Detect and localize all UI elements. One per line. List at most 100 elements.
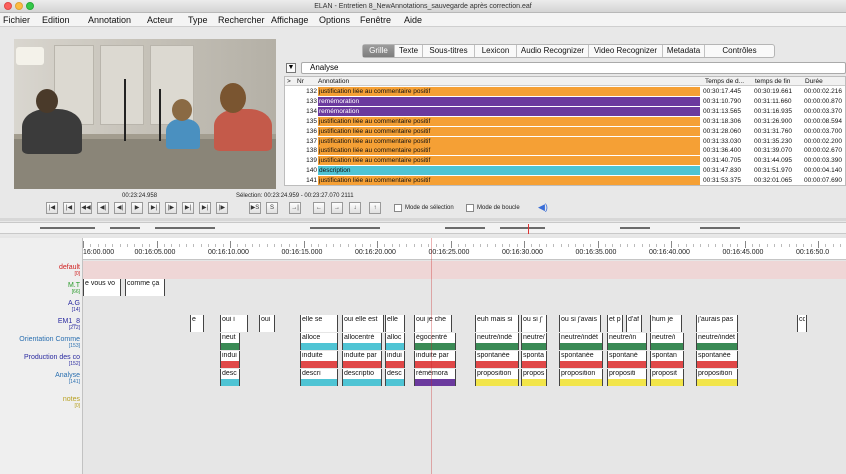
player-button[interactable]: ← xyxy=(313,202,325,214)
annotation-orientation[interactable]: neutre/indét xyxy=(696,333,738,350)
player-button[interactable]: ▶S xyxy=(249,202,261,214)
annotation-em[interactable]: hum je xyxy=(650,315,682,332)
row-annotation[interactable]: justification liée au commentaire positi… xyxy=(318,116,700,126)
player-button[interactable]: ↑ xyxy=(369,202,381,214)
annotation-analyse[interactable]: proposition xyxy=(559,369,603,386)
player-button[interactable]: |▶ xyxy=(165,202,177,214)
player-button[interactable]: |◀ xyxy=(63,202,75,214)
menu-annotation[interactable]: Annotation xyxy=(88,13,131,27)
grid-header-annotation[interactable]: Annotation xyxy=(318,77,349,86)
annotation-production[interactable]: induite par xyxy=(414,351,456,368)
grid-header-begin[interactable]: Temps de d... xyxy=(705,77,744,86)
player-button[interactable]: → xyxy=(331,202,343,214)
tab-lexicon[interactable]: Lexicon xyxy=(475,45,517,57)
annotation-em[interactable]: et p xyxy=(607,315,623,332)
table-row[interactable]: 141 justification liée au commentaire pos… xyxy=(285,176,845,186)
annotation-analyse[interactable]: proposit xyxy=(650,369,684,386)
player-button[interactable]: ◀| xyxy=(97,202,109,214)
tier-label[interactable]: Orientation Comme [153] xyxy=(19,336,80,349)
row-annotation[interactable]: justification liée au commentaire positi… xyxy=(318,156,700,166)
annotation-em[interactable]: e xyxy=(190,315,204,332)
annotation-mt[interactable]: comme ça xyxy=(125,279,165,296)
grid-header-end[interactable]: temps de fin xyxy=(755,77,790,86)
annotation-production[interactable]: spontan xyxy=(650,351,684,368)
video-viewer[interactable] xyxy=(14,39,276,189)
tab-texte[interactable]: Texte xyxy=(395,45,423,57)
annotation-analyse[interactable]: descriptio xyxy=(342,369,382,386)
annotation-analyse[interactable]: proposition xyxy=(696,369,738,386)
annotation-analyse[interactable]: propositi xyxy=(607,369,647,386)
annotation-em[interactable]: elle se xyxy=(300,315,338,332)
annotation-analyse[interactable]: desc xyxy=(220,369,240,386)
annotation-analyse[interactable]: rémémora xyxy=(414,369,456,386)
tier-label[interactable]: notes [0] xyxy=(63,396,80,409)
player-button[interactable]: ▶| xyxy=(182,202,194,214)
annotation-em[interactable]: elle xyxy=(385,315,405,332)
menu-fichier[interactable]: Fichier xyxy=(3,13,30,27)
row-annotation[interactable]: justification liée au commentaire positi… xyxy=(318,126,700,136)
annotation-em[interactable]: co xyxy=(797,315,807,332)
annotation-orientation[interactable]: égocentré xyxy=(414,333,456,350)
annotation-em[interactable]: ou si j' xyxy=(521,315,547,332)
row-annotation[interactable]: remémoration xyxy=(318,96,700,106)
grid-header-nr[interactable]: Nr xyxy=(297,77,304,86)
annotation-orientation[interactable]: alloce xyxy=(300,333,338,350)
row-annotation[interactable]: justification liée au commentaire positi… xyxy=(318,136,700,146)
tier-label[interactable]: A.G [14] xyxy=(68,300,80,313)
selection-mode-checkbox[interactable] xyxy=(394,204,402,212)
menu-fenetre[interactable]: Fenêtre xyxy=(360,13,391,27)
player-button[interactable]: ▶| xyxy=(199,202,211,214)
annotation-analyse[interactable]: propos xyxy=(521,369,547,386)
tier-label[interactable]: default [0] xyxy=(59,264,80,277)
annotation-production[interactable]: spontanée xyxy=(696,351,738,368)
table-row[interactable]: 138 justification liée au commentaire pos… xyxy=(285,146,845,156)
tab-controles[interactable]: Contrôles xyxy=(705,45,774,57)
row-annotation[interactable]: description xyxy=(318,166,700,176)
annotation-mt[interactable]: e vous vo xyxy=(83,279,121,296)
menu-acteur[interactable]: Acteur xyxy=(147,13,173,27)
tab-audio-recognizer[interactable]: Audio Recognizer xyxy=(517,45,589,57)
menu-aide[interactable]: Aide xyxy=(404,13,422,27)
tab-metadata[interactable]: Metadata xyxy=(663,45,705,57)
player-button[interactable]: →| xyxy=(289,202,301,214)
tier-menu-button[interactable]: ▼ xyxy=(286,63,296,73)
annotation-em[interactable]: ou si j'avais xyxy=(559,315,601,332)
row-annotation[interactable]: remémoration xyxy=(318,106,700,116)
player-button[interactable]: ↓ xyxy=(349,202,361,214)
row-annotation[interactable]: justification liée au commentaire positi… xyxy=(318,176,700,186)
annotation-orientation[interactable]: alloc xyxy=(385,333,405,350)
table-row[interactable]: 136 justification liée au commentaire pos… xyxy=(285,126,845,136)
annotation-em[interactable]: oui xyxy=(259,315,275,332)
row-annotation[interactable]: justification liée au commentaire positi… xyxy=(318,146,700,156)
table-row[interactable]: 134 remémoration 00:31:13.565 00:31:16.935 0… xyxy=(285,106,845,116)
table-row[interactable]: 132 justification liée au commentaire pos… xyxy=(285,87,845,96)
tab-video-recognizer[interactable]: Video Recognizer xyxy=(589,45,663,57)
annotation-em[interactable]: j'aurais pas xyxy=(696,315,738,332)
volume-icon[interactable]: ◀) xyxy=(538,202,548,213)
panel-splitter[interactable] xyxy=(0,218,846,221)
annotation-production[interactable]: indui xyxy=(220,351,240,368)
annotation-orientation[interactable]: allocentré xyxy=(342,333,382,350)
player-button[interactable]: ▶| xyxy=(148,202,160,214)
menu-type[interactable]: Type xyxy=(188,13,208,27)
table-row[interactable]: 140 description 00:31:47.830 00:31:51.970 00… xyxy=(285,166,845,176)
annotation-em[interactable]: euh mais si xyxy=(475,315,519,332)
annotation-production[interactable]: spontanée xyxy=(559,351,603,368)
time-ruler[interactable]: 16:00.000 00:16:05.000 00:16:10.000 00:16:1… xyxy=(83,238,846,260)
tab-sous-titres[interactable]: Sous-titres xyxy=(423,45,475,57)
tier-label[interactable]: Production des co [152] xyxy=(24,354,80,367)
tier-label[interactable]: M.T [66] xyxy=(68,282,80,295)
table-row[interactable]: 135 justification liée au commentaire pos… xyxy=(285,116,845,126)
table-row[interactable]: 139 justification liée au commentaire pos… xyxy=(285,156,845,166)
player-button[interactable]: ◀◀ xyxy=(80,202,92,214)
table-row[interactable]: 137 justification liée au commentaire pos… xyxy=(285,136,845,146)
annotation-em[interactable]: d'af xyxy=(626,315,642,332)
annotation-orientation[interactable]: neutre/ xyxy=(521,333,547,350)
loop-mode-checkbox[interactable] xyxy=(466,204,474,212)
annotation-production[interactable]: sponta xyxy=(521,351,547,368)
annotation-analyse[interactable]: proposition xyxy=(475,369,519,386)
tier-label[interactable]: EM1_8 [272] xyxy=(58,318,80,331)
overview-timeline[interactable] xyxy=(0,222,846,234)
player-button[interactable]: |◀ xyxy=(46,202,58,214)
annotation-production[interactable]: spontanée xyxy=(475,351,519,368)
